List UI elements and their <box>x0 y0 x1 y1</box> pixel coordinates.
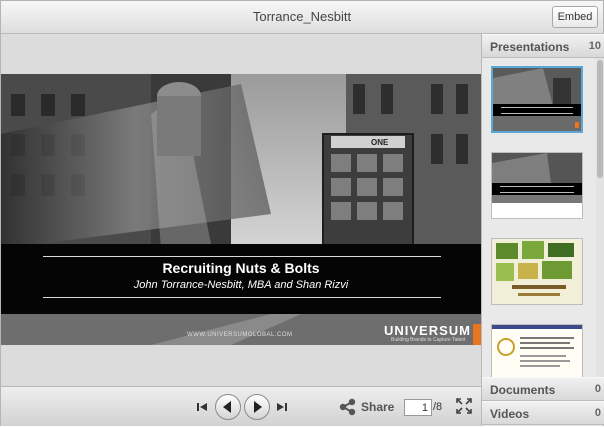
current-slide: ONE Recruiting Nuts & Bolts John Torranc… <box>1 74 481 345</box>
thumbnail-scrollbar[interactable] <box>596 58 604 380</box>
videos-label: Videos <box>490 407 530 421</box>
last-slide-button[interactable] <box>276 400 288 412</box>
thumbnail-item[interactable] <box>491 238 583 305</box>
share-button[interactable]: Share <box>339 398 395 416</box>
scrollbar-thumb[interactable] <box>597 60 603 178</box>
brand-tagline: Building Brands to Capture Talent <box>391 337 466 343</box>
presentation-title: Torrance_Nesbitt <box>252 9 352 24</box>
slide-thumbnail-image <box>492 325 582 380</box>
embed-button[interactable]: Embed <box>552 6 598 28</box>
previous-slide-button[interactable] <box>215 394 241 420</box>
next-slide-button[interactable] <box>244 394 270 420</box>
fullscreen-icon <box>456 398 472 414</box>
share-label: Share <box>361 400 395 414</box>
documents-count: 0 <box>594 383 601 395</box>
page-total: /8 <box>433 401 443 413</box>
page-number-input[interactable] <box>404 399 432 416</box>
slide-viewer: Torrance_Nesbitt Embed ONE Recruiting Nu… <box>0 0 604 426</box>
first-slide-button[interactable] <box>196 400 208 412</box>
skip-back-icon <box>197 403 207 411</box>
play-next-icon <box>254 401 262 413</box>
videos-tab[interactable]: Videos 0 <box>482 401 604 425</box>
slide-thumbnail-image <box>492 239 582 304</box>
play-previous-icon <box>223 401 231 413</box>
presentations-tab[interactable]: Presentations 10 <box>482 34 604 58</box>
playback-controls: Share /8 <box>1 386 481 426</box>
viewer-header: Torrance_Nesbitt Embed <box>1 1 603 34</box>
banner-bottom-rule <box>43 297 441 298</box>
slide-thumbnail-image <box>493 68 581 131</box>
videos-count: 0 <box>594 407 601 419</box>
thumbnail-item[interactable] <box>491 66 583 133</box>
documents-tab[interactable]: Documents 0 <box>482 377 604 401</box>
presentations-label: Presentations <box>490 40 570 54</box>
skip-forward-icon <box>277 403 287 411</box>
banner-top-rule <box>43 256 441 257</box>
svg-text:ONE: ONE <box>371 138 389 147</box>
thumbnail-item[interactable] <box>491 324 583 380</box>
slide-subtitle: John Torrance-Nesbitt, MBA and Shan Rizv… <box>133 279 349 291</box>
thumbnail-item[interactable] <box>491 152 583 219</box>
fullscreen-button[interactable] <box>456 398 472 414</box>
documents-label: Documents <box>490 383 556 397</box>
slide-title: Recruiting Nuts & Bolts <box>162 260 320 276</box>
content-sidebar: Presentations 10 Documents 0 Videos 0 <box>481 34 604 426</box>
presentation-thumbnail-list <box>482 58 596 380</box>
slide-stage: ONE Recruiting Nuts & Bolts John Torranc… <box>1 34 481 386</box>
presentations-count: 10 <box>588 40 601 52</box>
share-icon <box>339 398 356 416</box>
slide-thumbnail-image <box>492 153 582 218</box>
slide-url: WWW.UNIVERSUMGLOBAL.COM <box>187 332 293 338</box>
brand-logo-text: UNIVERSUM <box>384 323 472 338</box>
brand-accent-bar <box>473 324 481 345</box>
